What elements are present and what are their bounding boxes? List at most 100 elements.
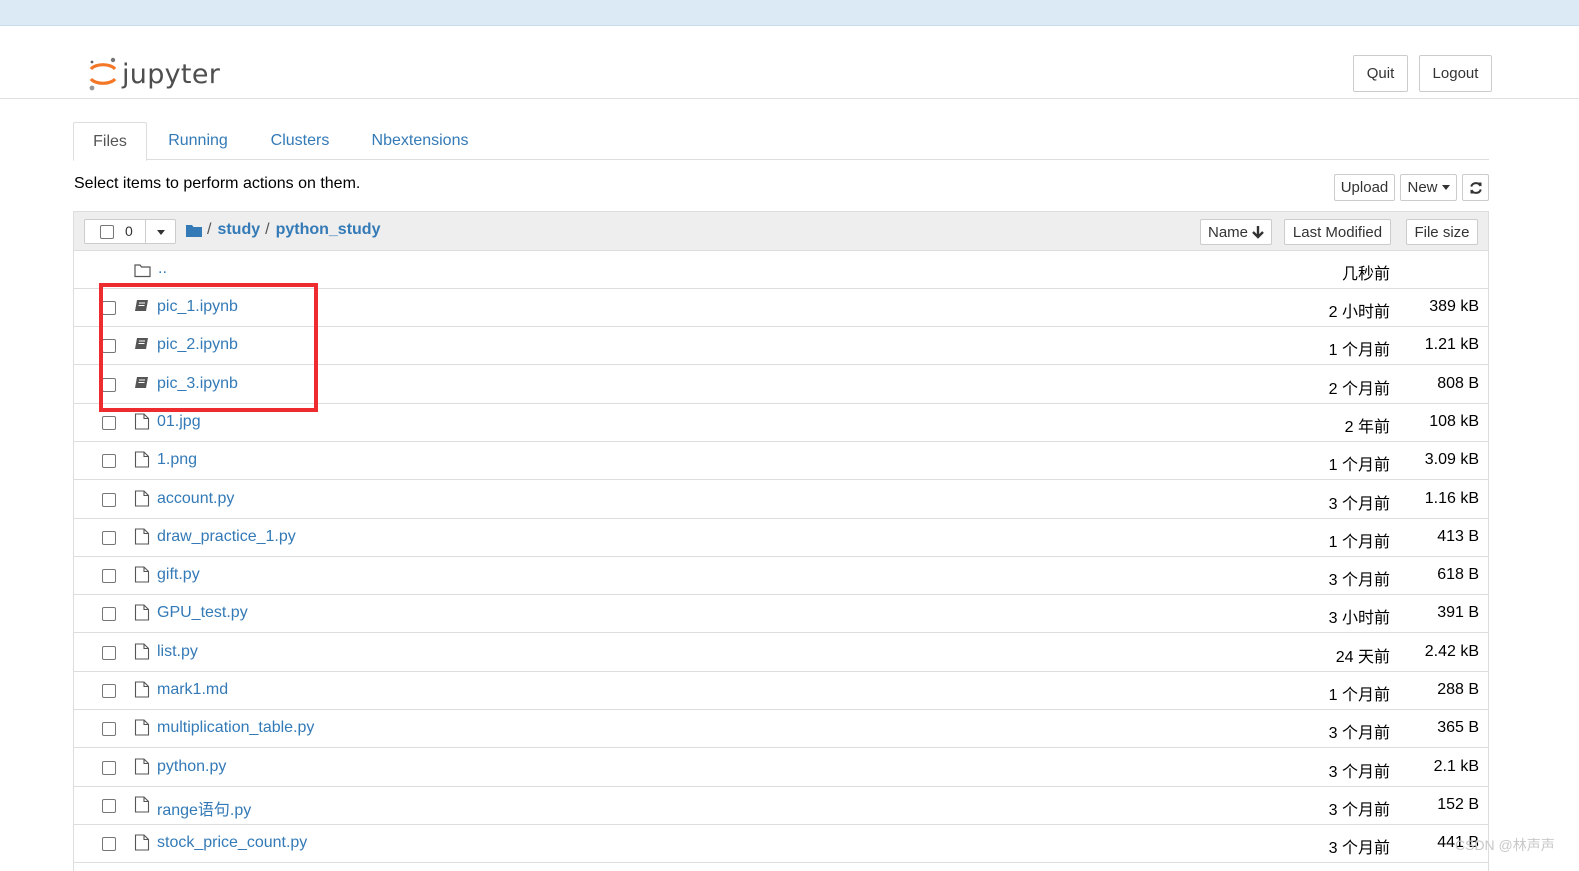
- file-row[interactable]: stock_price_count.py 3 个月前 441 B: [74, 825, 1488, 863]
- sort-file-size-button[interactable]: File size: [1406, 219, 1478, 245]
- quit-button[interactable]: Quit: [1353, 55, 1408, 92]
- file-row[interactable]: 01.jpg 2 年前 108 kB: [74, 404, 1488, 442]
- file-icon: [134, 490, 150, 507]
- file-name-link[interactable]: 1.png: [157, 451, 197, 469]
- row-checkbox[interactable]: [102, 378, 116, 392]
- divider: [145, 220, 146, 243]
- file-icon: [134, 604, 150, 621]
- file-row[interactable]: GPU_test.py 3 小时前 391 B: [74, 595, 1488, 633]
- new-button-label: New: [1407, 179, 1438, 196]
- file-name-link[interactable]: stock_price_count.py: [157, 834, 307, 852]
- sort-name-button[interactable]: Name: [1200, 219, 1272, 245]
- tab-files[interactable]: Files: [73, 122, 147, 161]
- chevron-down-icon[interactable]: [157, 230, 165, 235]
- chevron-down-icon: [1441, 185, 1450, 190]
- file-size: 3.09 kB: [1424, 451, 1479, 468]
- folder-icon[interactable]: [186, 224, 202, 237]
- file-modified: 1 个月前: [1328, 687, 1390, 704]
- refresh-icon: [1469, 181, 1482, 194]
- breadcrumb-study[interactable]: study: [217, 221, 260, 239]
- file-name-link[interactable]: range语句.py: [157, 796, 251, 820]
- file-row[interactable]: pic_1.ipynb 2 小时前 389 kB: [74, 289, 1488, 327]
- file-row[interactable]: pic_2.ipynb 1 个月前 1.21 kB: [74, 327, 1488, 365]
- tab-nbextensions[interactable]: Nbextensions: [361, 122, 479, 160]
- new-button[interactable]: New: [1400, 174, 1457, 201]
- file-row[interactable]: mark1.md 1 个月前 288 B: [74, 672, 1488, 710]
- file-icon: [134, 719, 150, 736]
- file-name-link[interactable]: pic_1.ipynb: [157, 298, 238, 316]
- file-name-link[interactable]: account.py: [157, 490, 234, 508]
- file-row[interactable]: account.py 3 个月前 1.16 kB: [74, 481, 1488, 519]
- file-row[interactable]: draw_practice_1.py 1 个月前 413 B: [74, 519, 1488, 557]
- file-size: 288 B: [1437, 681, 1479, 698]
- row-checkbox[interactable]: [102, 339, 116, 353]
- file-row[interactable]: python.py 3 个月前 2.1 kB: [74, 749, 1488, 787]
- tab-bar: Files Running Clusters Nbextensions: [73, 122, 1489, 161]
- file-row[interactable]: range语句.py 3 个月前 152 B: [74, 787, 1488, 825]
- file-name-link[interactable]: python.py: [157, 758, 226, 776]
- select-all-checkbox[interactable]: [100, 225, 114, 239]
- select-all-dropdown[interactable]: 0: [84, 219, 176, 244]
- row-checkbox[interactable]: [102, 493, 116, 507]
- row-checkbox[interactable]: [102, 684, 116, 698]
- file-name-link[interactable]: GPU_test.py: [157, 604, 248, 622]
- file-name-link[interactable]: mark1.md: [157, 681, 228, 699]
- row-checkbox[interactable]: [102, 301, 116, 315]
- parent-directory-row[interactable]: .. 几秒前: [74, 251, 1488, 289]
- row-checkbox[interactable]: [102, 454, 116, 468]
- file-list: 0 / study / python_study Name Last Modif…: [73, 211, 1489, 871]
- tab-clusters[interactable]: Clusters: [259, 122, 341, 160]
- file-size: 2.42 kB: [1424, 643, 1479, 660]
- file-size: 413 B: [1437, 528, 1479, 545]
- file-modified: 2 个月前: [1328, 381, 1390, 398]
- file-name-link[interactable]: list.py: [157, 643, 198, 661]
- row-checkbox[interactable]: [102, 416, 116, 430]
- file-name-link[interactable]: pic_3.ipynb: [157, 375, 238, 393]
- file-size: 618 B: [1437, 566, 1479, 583]
- file-size: 1.21 kB: [1424, 336, 1479, 353]
- breadcrumb-separator: /: [207, 221, 212, 238]
- row-checkbox[interactable]: [102, 531, 116, 545]
- logout-button[interactable]: Logout: [1419, 55, 1492, 92]
- browser-top-strip: [0, 0, 1579, 26]
- file-modified: 3 个月前: [1328, 764, 1390, 781]
- file-name-link[interactable]: gift.py: [157, 566, 200, 584]
- file-icon: [134, 643, 150, 660]
- sort-last-modified-button[interactable]: Last Modified: [1284, 219, 1391, 245]
- row-checkbox[interactable]: [102, 646, 116, 660]
- file-size: 152 B: [1437, 796, 1479, 813]
- parent-modified: 几秒前: [1341, 266, 1390, 283]
- row-checkbox[interactable]: [102, 722, 116, 736]
- jupyter-logo[interactable]: jupyter: [88, 54, 220, 94]
- selected-count: 0: [125, 223, 133, 239]
- file-name-link[interactable]: multiplication_table.py: [157, 719, 314, 737]
- file-modified: 3 个月前: [1328, 725, 1390, 742]
- row-checkbox[interactable]: [102, 761, 116, 775]
- file-row[interactable]: gift.py 3 个月前 618 B: [74, 557, 1488, 595]
- upload-button[interactable]: Upload: [1334, 174, 1395, 201]
- file-row[interactable]: 1.png 1 个月前 3.09 kB: [74, 442, 1488, 480]
- breadcrumb-python-study[interactable]: python_study: [276, 221, 381, 239]
- row-checkbox[interactable]: [102, 837, 116, 851]
- row-checkbox[interactable]: [102, 569, 116, 583]
- file-modified: 3 个月前: [1328, 572, 1390, 589]
- file-icon: [134, 796, 150, 813]
- sort-name-label: Name: [1207, 223, 1248, 241]
- file-modified: 3 小时前: [1328, 610, 1390, 627]
- file-name-link[interactable]: draw_practice_1.py: [157, 528, 296, 546]
- logo-text: jupyter: [122, 58, 221, 90]
- jupyter-logo-icon: [89, 57, 117, 91]
- row-checkbox[interactable]: [102, 799, 116, 813]
- file-row[interactable]: pic_3.ipynb 2 个月前 808 B: [74, 366, 1488, 404]
- file-name-link[interactable]: pic_2.ipynb: [157, 336, 238, 354]
- file-name-link[interactable]: 01.jpg: [157, 413, 201, 431]
- file-row[interactable]: list.py 24 天前 2.42 kB: [74, 634, 1488, 672]
- row-checkbox[interactable]: [102, 607, 116, 621]
- file-icon: [134, 528, 150, 545]
- refresh-button[interactable]: [1462, 174, 1489, 201]
- file-modified: 1 个月前: [1328, 534, 1390, 551]
- tab-running[interactable]: Running: [157, 122, 239, 160]
- parent-directory-link[interactable]: ..: [158, 260, 167, 278]
- file-row[interactable]: multiplication_table.py 3 个月前 365 B: [74, 710, 1488, 748]
- notebook-icon: [135, 377, 148, 388]
